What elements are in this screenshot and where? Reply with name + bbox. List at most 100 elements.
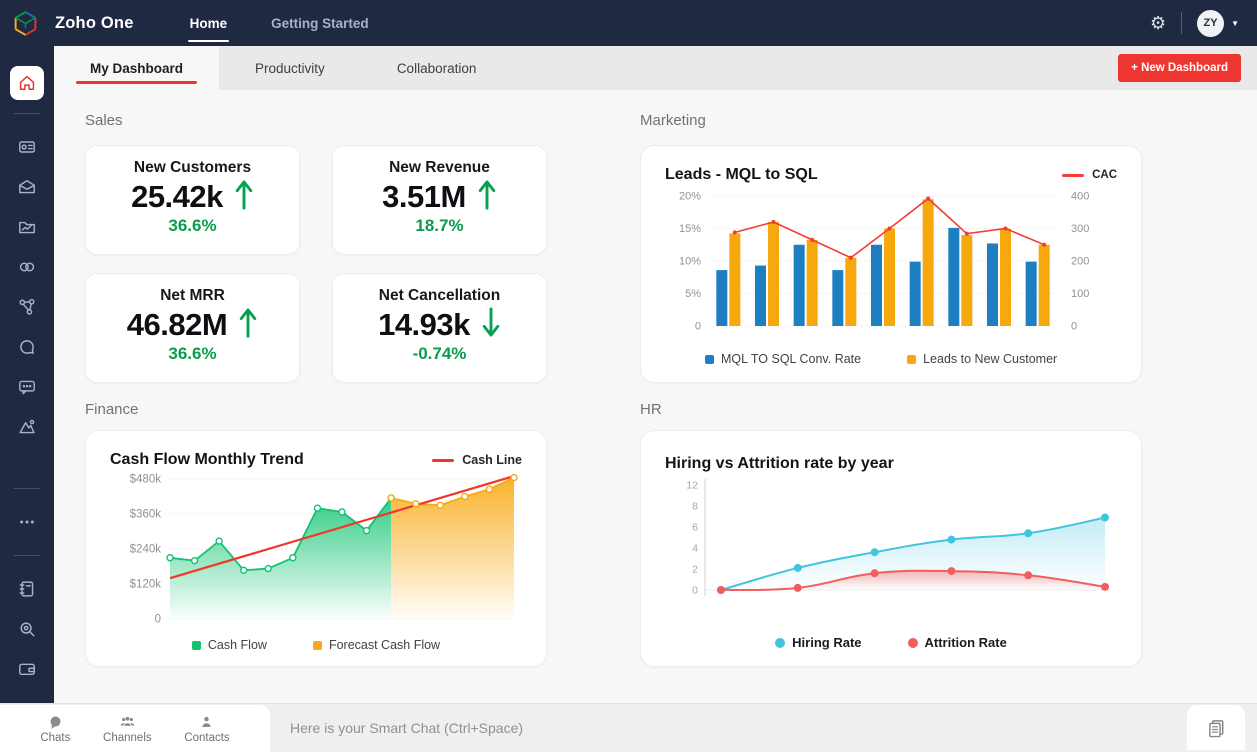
svg-text:15%: 15% — [679, 223, 701, 235]
bottombar-item-label: Chats — [40, 731, 71, 744]
kpi-main: 3.51M — [382, 178, 497, 216]
svg-text:2: 2 — [692, 564, 698, 576]
sidebar-item-search[interactable] — [0, 609, 54, 649]
sidebar-item-analytics[interactable] — [0, 407, 54, 447]
sidebar-item-wallet[interactable] — [0, 649, 54, 689]
tab-my-dashboard[interactable]: My Dashboard — [54, 46, 220, 90]
folder-chart-icon — [19, 221, 35, 234]
crm-links-icon — [19, 262, 35, 272]
svg-text:6: 6 — [692, 522, 698, 534]
legend-item-attrition-rate[interactable]: Attrition Rate — [907, 635, 1007, 650]
legend-item-cash-flow[interactable]: Cash Flow — [191, 638, 267, 652]
topbar-right: ⚙ ZY ▼ — [1150, 9, 1239, 37]
kpi-value: 46.82M — [126, 307, 228, 342]
row-bottom: Finance Cash Flow Monthly Trend Cash Lin… — [85, 401, 1257, 667]
legend-label: Forecast Cash Flow — [328, 638, 441, 652]
finance-top-legend[interactable]: Cash Line — [432, 453, 522, 467]
sidebar-item-cards[interactable] — [0, 127, 54, 167]
finance-legend: Cash Flow Forecast Cash Flow — [110, 638, 522, 658]
kpi-card-new-customers[interactable]: New Customers 25.42k 36.6% — [85, 145, 300, 255]
section-title-marketing: Marketing — [640, 112, 706, 129]
sidebar-divider — [14, 488, 40, 489]
section-title-finance: Finance — [85, 401, 139, 418]
kpi-main: 14.93k — [378, 306, 501, 344]
topnav-item-home[interactable]: Home — [187, 12, 230, 42]
kpi-value: 3.51M — [382, 179, 466, 214]
person-icon — [202, 716, 212, 727]
marketing-top-legend[interactable]: CAC — [1062, 169, 1117, 181]
sidebar-item-notebook[interactable] — [0, 569, 54, 609]
topbar-divider — [1181, 12, 1183, 34]
sidebar-item-folder-chart[interactable] — [0, 207, 54, 247]
legend-item-leads-to-new-customer[interactable]: Leads to New Customer — [907, 352, 1057, 366]
kpi-value: 14.93k — [378, 307, 470, 342]
kpi-down-arrow — [481, 306, 501, 344]
svg-text:0: 0 — [692, 585, 698, 597]
marketing-chart-title: Leads - MQL to SQL — [665, 166, 818, 183]
legend-swatch — [907, 354, 917, 364]
tab-productivity[interactable]: Productivity — [219, 46, 361, 90]
avatar-caret-icon[interactable]: ▼ — [1231, 19, 1239, 28]
sales-kpi-grid: New Customers 25.42k 36.6% New Revenue 3.51M… — [85, 145, 547, 383]
svg-text:400: 400 — [1071, 191, 1089, 203]
home-icon — [19, 75, 35, 90]
legend-label: Hiring Rate — [792, 635, 862, 650]
legend-label: MQL TO SQL Conv. Rate — [721, 352, 862, 366]
cac-line-swatch — [1062, 173, 1085, 177]
sidebar-item-network[interactable] — [0, 287, 54, 327]
sidebar-item-more[interactable] — [0, 502, 54, 542]
brand-title: Zoho One — [55, 13, 134, 32]
kpi-change: 36.6% — [168, 216, 217, 235]
svg-text:$480k: $480k — [130, 474, 162, 486]
zoho-logo-icon[interactable] — [12, 10, 39, 37]
trend-down-arrow-icon — [482, 307, 500, 337]
legend-label: Leads to New Customer — [923, 352, 1058, 366]
kpi-title: New Revenue — [389, 159, 490, 176]
legend-swatch — [907, 637, 918, 648]
svg-text:4: 4 — [692, 543, 698, 555]
kpi-card-net-mrr[interactable]: Net MRR 46.82M 36.6% — [85, 273, 300, 383]
kpi-card-net-cancellation[interactable]: Net Cancellation 14.93k -0.74% — [332, 273, 547, 383]
cash-line-swatch — [432, 458, 455, 462]
bottombar-item-contacts[interactable]: Contacts — [184, 714, 230, 744]
user-avatar[interactable]: ZY — [1197, 9, 1225, 37]
message-icon — [19, 380, 35, 395]
bottombar-item-channels[interactable]: Channels — [103, 714, 152, 744]
finance-chart-card: Cash Flow Monthly Trend Cash Line $480k $… — [85, 430, 547, 667]
zoho-one-app: Zoho One Home Getting Started ⚙ ZY ▼ My D… — [0, 0, 1257, 752]
legend-swatch — [191, 640, 201, 650]
sidebar-item-crm-links[interactable] — [0, 247, 54, 287]
kpi-up-arrow — [234, 178, 254, 216]
section-title-sales: Sales — [85, 112, 123, 129]
svg-text:0: 0 — [695, 321, 701, 333]
bottombar-item-chats[interactable]: Chats — [40, 714, 70, 744]
notes-panel-button[interactable] — [1187, 705, 1245, 750]
legend-item-hiring-rate[interactable]: Hiring Rate — [775, 635, 862, 650]
topnav-item-getting-started[interactable]: Getting Started — [269, 12, 371, 35]
tab-collaboration[interactable]: Collaboration — [361, 46, 513, 90]
svg-text:12: 12 — [686, 480, 698, 492]
svg-text:0: 0 — [155, 614, 161, 626]
people-icon — [120, 716, 135, 726]
marketing-chart: 20% 400 15% 300 10% 200 5% 100 0 0 — [665, 186, 1117, 352]
legend-item-forecast-cash-flow[interactable]: Forecast Cash Flow — [312, 638, 441, 652]
bottombar-item-label: Channels — [103, 731, 152, 744]
settings-gear-icon[interactable]: ⚙ — [1150, 14, 1166, 32]
legend-label: Cash Flow — [207, 638, 267, 652]
kpi-up-arrow — [238, 306, 258, 344]
sidebar-item-message[interactable] — [0, 367, 54, 407]
analytics-icon — [19, 419, 35, 434]
kpi-main: 46.82M — [127, 306, 258, 344]
sidebar-item-mail[interactable] — [0, 167, 54, 207]
new-dashboard-button[interactable]: + New Dashboard — [1118, 54, 1241, 82]
hr-chart-card: Hiring vs Attrition rate by year 12 8 6 4 2 0… — [640, 430, 1142, 667]
notebook-icon — [19, 581, 34, 597]
sidebar-item-home[interactable] — [10, 66, 44, 100]
kpi-card-new-revenue[interactable]: New Revenue 3.51M 18.7% — [332, 145, 547, 255]
sidebar-item-chat[interactable] — [0, 327, 54, 367]
wallet-icon — [19, 663, 35, 676]
smart-chat-input[interactable]: Here is your Smart Chat (Ctrl+Space) — [290, 704, 523, 752]
legend-item-mql-to-sql-conv-rate[interactable]: MQL TO SQL Conv. Rate — [705, 352, 861, 366]
search-icon — [20, 622, 35, 637]
cash-line-legend-label: Cash Line — [462, 453, 522, 467]
